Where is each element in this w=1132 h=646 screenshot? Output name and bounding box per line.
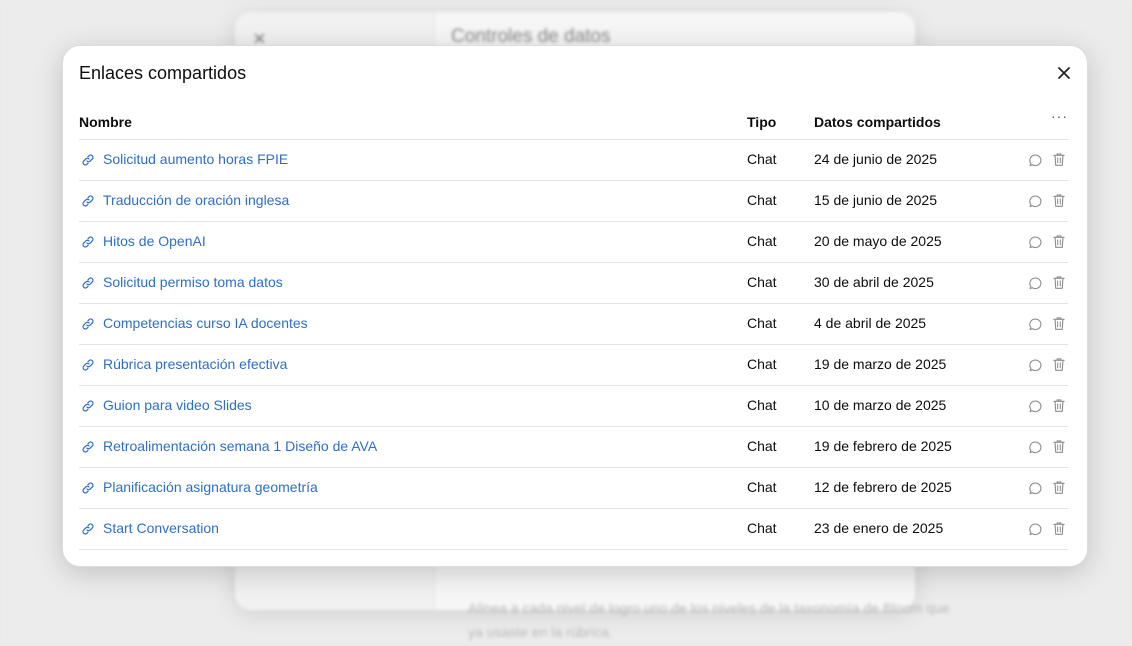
background-text: Alinea a cada nivel de logro uno de los … bbox=[468, 600, 950, 640]
column-header-name: Nombre bbox=[79, 114, 132, 130]
chat-bubble-icon[interactable] bbox=[1028, 153, 1043, 168]
table-row: Guion para video Slides Chat 10 de marzo… bbox=[79, 386, 1068, 427]
shared-link-date: 15 de junio de 2025 bbox=[814, 192, 937, 208]
shared-link-date: 19 de febrero de 2025 bbox=[814, 438, 952, 454]
trash-icon[interactable] bbox=[1052, 398, 1066, 413]
table-row: Traducción de oración inglesa Chat 15 de… bbox=[79, 181, 1068, 222]
link-icon bbox=[82, 154, 94, 166]
shared-link-name[interactable]: Competencias curso IA docentes bbox=[103, 315, 308, 331]
shared-link-date: 20 de mayo de 2025 bbox=[814, 233, 942, 249]
table-row: Planificación asignatura geometría Chat … bbox=[79, 468, 1068, 509]
chat-bubble-icon[interactable] bbox=[1028, 481, 1043, 496]
link-icon bbox=[82, 236, 94, 248]
more-options-button[interactable]: ··· bbox=[1051, 108, 1068, 124]
shared-link-type: Chat bbox=[747, 397, 777, 413]
trash-icon[interactable] bbox=[1052, 357, 1066, 372]
table-header: Nombre Tipo Datos compartidos ··· bbox=[79, 108, 1068, 140]
shared-link-name[interactable]: Hitos de OpenAI bbox=[103, 233, 206, 249]
shared-link-date: 19 de marzo de 2025 bbox=[814, 356, 947, 372]
shared-link-type: Chat bbox=[747, 274, 777, 290]
trash-icon[interactable] bbox=[1052, 480, 1066, 495]
trash-icon[interactable] bbox=[1052, 439, 1066, 454]
table-row: Competencias curso IA docentes Chat 4 de… bbox=[79, 304, 1068, 345]
chat-bubble-icon[interactable] bbox=[1028, 317, 1043, 332]
table-body: Solicitud aumento horas FPIE Chat 24 de … bbox=[79, 140, 1068, 550]
table-row: Solicitud permiso toma datos Chat 30 de … bbox=[79, 263, 1068, 304]
shared-link-type: Chat bbox=[747, 315, 777, 331]
table-row: Start Conversation Chat 23 de enero de 2… bbox=[79, 509, 1068, 550]
chat-bubble-icon[interactable] bbox=[1028, 194, 1043, 209]
shared-links-table: Nombre Tipo Datos compartidos ··· Solici… bbox=[79, 108, 1068, 550]
shared-link-name[interactable]: Rúbrica presentación efectiva bbox=[103, 356, 287, 372]
trash-icon[interactable] bbox=[1052, 152, 1066, 167]
shared-link-type: Chat bbox=[747, 356, 777, 372]
link-icon bbox=[82, 441, 94, 453]
shared-link-type: Chat bbox=[747, 520, 777, 536]
shared-link-type: Chat bbox=[747, 479, 777, 495]
trash-icon[interactable] bbox=[1052, 234, 1066, 249]
link-icon bbox=[82, 359, 94, 371]
link-icon bbox=[82, 277, 94, 289]
shared-link-name[interactable]: Solicitud permiso toma datos bbox=[103, 274, 283, 290]
shared-link-date: 10 de marzo de 2025 bbox=[814, 397, 947, 413]
close-icon bbox=[1058, 67, 1070, 79]
shared-link-date: 24 de junio de 2025 bbox=[814, 151, 937, 167]
table-row: Solicitud aumento horas FPIE Chat 24 de … bbox=[79, 140, 1068, 181]
chat-bubble-icon[interactable] bbox=[1028, 522, 1043, 537]
shared-link-type: Chat bbox=[747, 151, 777, 167]
table-row: Retroalimentación semana 1 Diseño de AVA… bbox=[79, 427, 1068, 468]
shared-link-type: Chat bbox=[747, 438, 777, 454]
trash-icon[interactable] bbox=[1052, 193, 1066, 208]
shared-link-date: 12 de febrero de 2025 bbox=[814, 479, 952, 495]
chat-bubble-icon[interactable] bbox=[1028, 358, 1043, 373]
shared-link-type: Chat bbox=[747, 192, 777, 208]
trash-icon[interactable] bbox=[1052, 275, 1066, 290]
shared-link-name[interactable]: Start Conversation bbox=[103, 520, 219, 536]
chat-bubble-icon[interactable] bbox=[1028, 276, 1043, 291]
shared-link-name[interactable]: Traducción de oración inglesa bbox=[103, 192, 289, 208]
trash-icon[interactable] bbox=[1052, 316, 1066, 331]
column-header-type: Tipo bbox=[747, 114, 777, 130]
column-header-date: Datos compartidos bbox=[814, 114, 941, 130]
shared-link-name[interactable]: Solicitud aumento horas FPIE bbox=[103, 151, 288, 167]
link-icon bbox=[82, 482, 94, 494]
trash-icon[interactable] bbox=[1052, 521, 1066, 536]
shared-link-date: 4 de abril de 2025 bbox=[814, 315, 927, 331]
chat-bubble-icon[interactable] bbox=[1028, 440, 1043, 455]
link-icon bbox=[82, 195, 94, 207]
table-row: Hitos de OpenAI Chat 20 de mayo de 2025 bbox=[79, 222, 1068, 263]
shared-link-date: 23 de enero de 2025 bbox=[814, 520, 944, 536]
close-button[interactable] bbox=[1053, 62, 1075, 84]
shared-link-type: Chat bbox=[747, 233, 777, 249]
link-icon bbox=[82, 523, 94, 535]
shared-link-name[interactable]: Planificación asignatura geometría bbox=[103, 479, 318, 495]
chat-bubble-icon[interactable] bbox=[1028, 399, 1043, 414]
table-row: Rúbrica presentación efectiva Chat 19 de… bbox=[79, 345, 1068, 386]
shared-links-modal: Enlaces compartidos Nombre Tipo Datos co… bbox=[62, 45, 1088, 567]
shared-link-name[interactable]: Guion para video Slides bbox=[103, 397, 252, 413]
link-icon bbox=[82, 400, 94, 412]
link-icon bbox=[82, 318, 94, 330]
shared-link-name[interactable]: Retroalimentación semana 1 Diseño de AVA bbox=[103, 438, 377, 454]
modal-title: Enlaces compartidos bbox=[79, 63, 247, 83]
chat-bubble-icon[interactable] bbox=[1028, 235, 1043, 250]
shared-link-date: 30 de abril de 2025 bbox=[814, 274, 934, 290]
